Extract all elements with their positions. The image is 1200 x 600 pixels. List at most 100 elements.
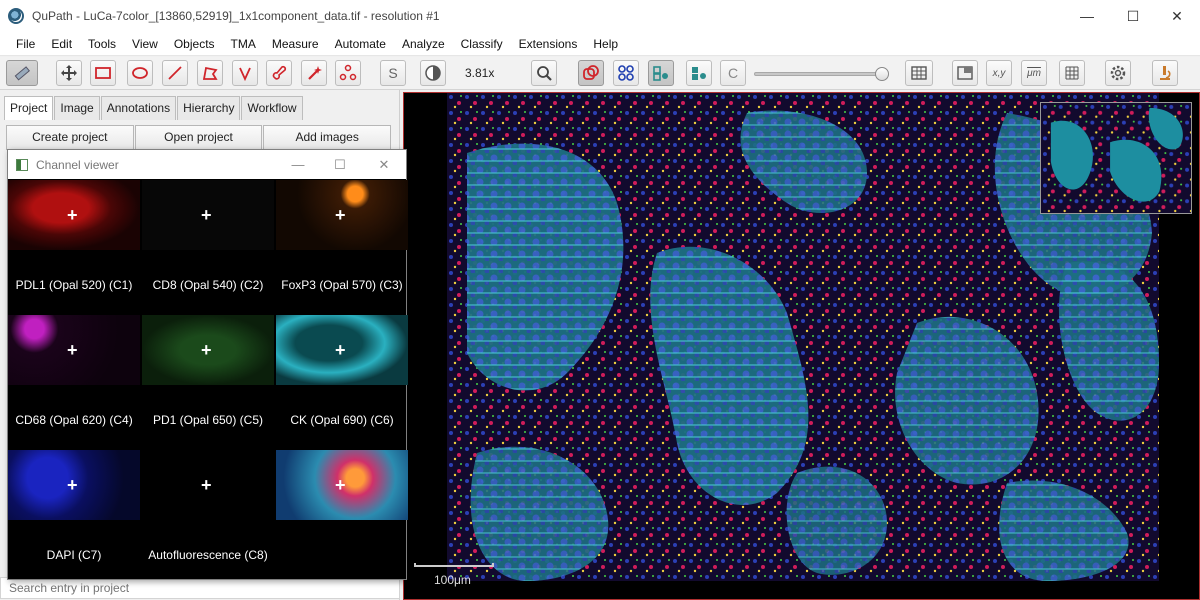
tab-workflow[interactable]: Workflow [241,96,303,120]
channel-label-foxp3: FoxP3 (Opal 570) (C3) [281,278,403,292]
wand-tool-button[interactable] [301,60,327,86]
table-icon [911,66,927,80]
overview-thumbnail[interactable] [1040,102,1192,214]
brush-tool-button[interactable] [266,60,292,86]
polyline-tool-button[interactable] [232,60,258,86]
window-title: QuPath - LuCa-7color_[13860,52919]_1x1co… [32,9,440,23]
polygon-tool-button[interactable] [197,60,223,86]
menu-objects[interactable]: Objects [166,32,223,56]
scale-bar [414,563,494,567]
points-icon [339,64,357,81]
tma-grid-icon [618,65,634,81]
menu-extensions[interactable]: Extensions [511,32,586,56]
opacity-slider-thumb[interactable] [875,67,889,81]
opacity-slider[interactable] [754,67,889,81]
show-detections-button[interactable] [648,60,674,86]
channel-thumb-pd1[interactable]: + [142,315,274,385]
selection-mode-button[interactable]: S [380,60,406,86]
line-tool-button[interactable] [162,60,188,86]
channel-label-dapi: DAPI (C7) [46,548,102,562]
close-button[interactable]: ✕ [1154,0,1200,32]
channel-thumb-pdl1[interactable]: + [8,180,140,250]
zoom-to-fit-button[interactable] [531,60,557,86]
maximize-button[interactable]: ☐ [1110,0,1156,32]
crosshair-icon: + [335,205,346,225]
analysis-tabs: Project Image Annotations Hierarchy Work… [4,96,304,120]
channel-viewer-maximize-button[interactable]: ☐ [318,150,362,179]
tab-project[interactable]: Project [4,96,54,120]
channel-thumb-ck[interactable]: + [276,315,408,385]
zoom-level: 3.81x [465,66,495,80]
project-search-input[interactable] [0,577,400,599]
channel-label-cd8: CD8 (Opal 540) (C2) [152,278,264,292]
points-tool-button[interactable] [335,60,361,86]
tab-hierarchy[interactable]: Hierarchy [177,96,241,120]
menu-edit[interactable]: Edit [43,32,80,56]
crosshair-icon: + [335,340,346,360]
scale-bar-label: 100μm [434,573,471,587]
channel-viewer-window: Channel viewer — ☐ ✕ + + + PDL1 (Opal 52… [7,149,408,580]
show-tma-grid-button[interactable] [613,60,639,86]
menu-analyze[interactable]: Analyze [394,32,453,56]
show-overview-button[interactable] [952,60,978,86]
channel-thumb-cd68[interactable]: + [8,315,140,385]
show-annotations-button[interactable] [578,60,604,86]
window-icon [16,158,28,171]
menu-classify[interactable]: Classify [453,32,511,56]
tab-annotations[interactable]: Annotations [100,96,177,120]
window-titlebar: QuPath - LuCa-7color_[13860,52919]_1x1co… [0,0,1200,32]
rectangle-tool-button[interactable] [90,60,116,86]
menu-bar: File Edit Tools View Objects TMA Measure… [0,32,1200,56]
channel-label-ck: CK (Opal 690) (C6) [290,413,394,427]
preferences-button[interactable] [1105,60,1131,86]
crosshair-icon: + [201,340,212,360]
menu-view[interactable]: View [124,32,166,56]
tab-image[interactable]: Image [54,96,100,120]
detections-icon [653,66,668,81]
show-scalebar-button[interactable]: μm [1021,60,1047,86]
channel-viewer-titlebar: Channel viewer — ☐ ✕ [8,150,406,179]
channel-thumb-dapi[interactable]: + [8,450,140,520]
brightness-contrast-button[interactable] [420,60,446,86]
opacity-slider-track [754,72,882,76]
channel-thumb-foxp3[interactable]: + [276,180,408,250]
qupath-logo-icon [8,8,24,24]
menu-automate[interactable]: Automate [327,32,394,56]
show-cell-boundaries-button[interactable]: C [720,60,746,86]
project-buttons: Create project Open project Add images [6,125,392,151]
menu-tools[interactable]: Tools [80,32,124,56]
crosshair-icon: + [201,475,212,495]
channel-viewer-close-button[interactable]: ✕ [362,150,406,179]
rectangle-icon [95,67,111,79]
gear-icon [1110,65,1126,81]
menu-help[interactable]: Help [585,32,626,56]
microscope-button[interactable] [1152,60,1178,86]
channel-label-pdl1: PDL1 (Opal 520) (C1) [15,278,133,292]
show-analysis-pane-button[interactable] [6,60,38,86]
channel-label-autofluorescence: Autofluorescence (C8) [148,548,268,562]
microscope-icon [1160,66,1171,80]
channel-thumb-composite[interactable]: + [276,450,408,520]
channel-label-cd68: CD68 (Opal 620) (C4) [15,413,133,427]
create-project-button[interactable]: Create project [6,125,134,150]
measurement-table-button[interactable] [905,60,933,86]
menu-measure[interactable]: Measure [264,32,327,56]
ellipse-icon [132,67,148,79]
channel-thumb-autofluorescence[interactable]: + [142,450,274,520]
show-grid-button[interactable] [1059,60,1085,86]
menu-file[interactable]: File [0,32,43,56]
open-project-button[interactable]: Open project [134,125,263,150]
fill-detections-button[interactable] [686,60,712,86]
crosshair-icon: + [201,205,212,225]
menu-tma[interactable]: TMA [223,32,264,56]
move-tool-button[interactable] [56,60,82,86]
channel-viewer-minimize-button[interactable]: — [276,150,320,179]
minimize-button[interactable]: — [1064,0,1110,32]
image-viewer[interactable]: 100μm [403,92,1200,600]
show-coordinates-button[interactable]: x,y [986,60,1012,86]
add-images-button[interactable]: Add images [263,125,392,150]
line-icon [168,66,182,80]
channel-thumb-cd8[interactable]: + [142,180,274,250]
ellipse-tool-button[interactable] [127,60,153,86]
channel-viewer-title: Channel viewer [36,157,119,172]
